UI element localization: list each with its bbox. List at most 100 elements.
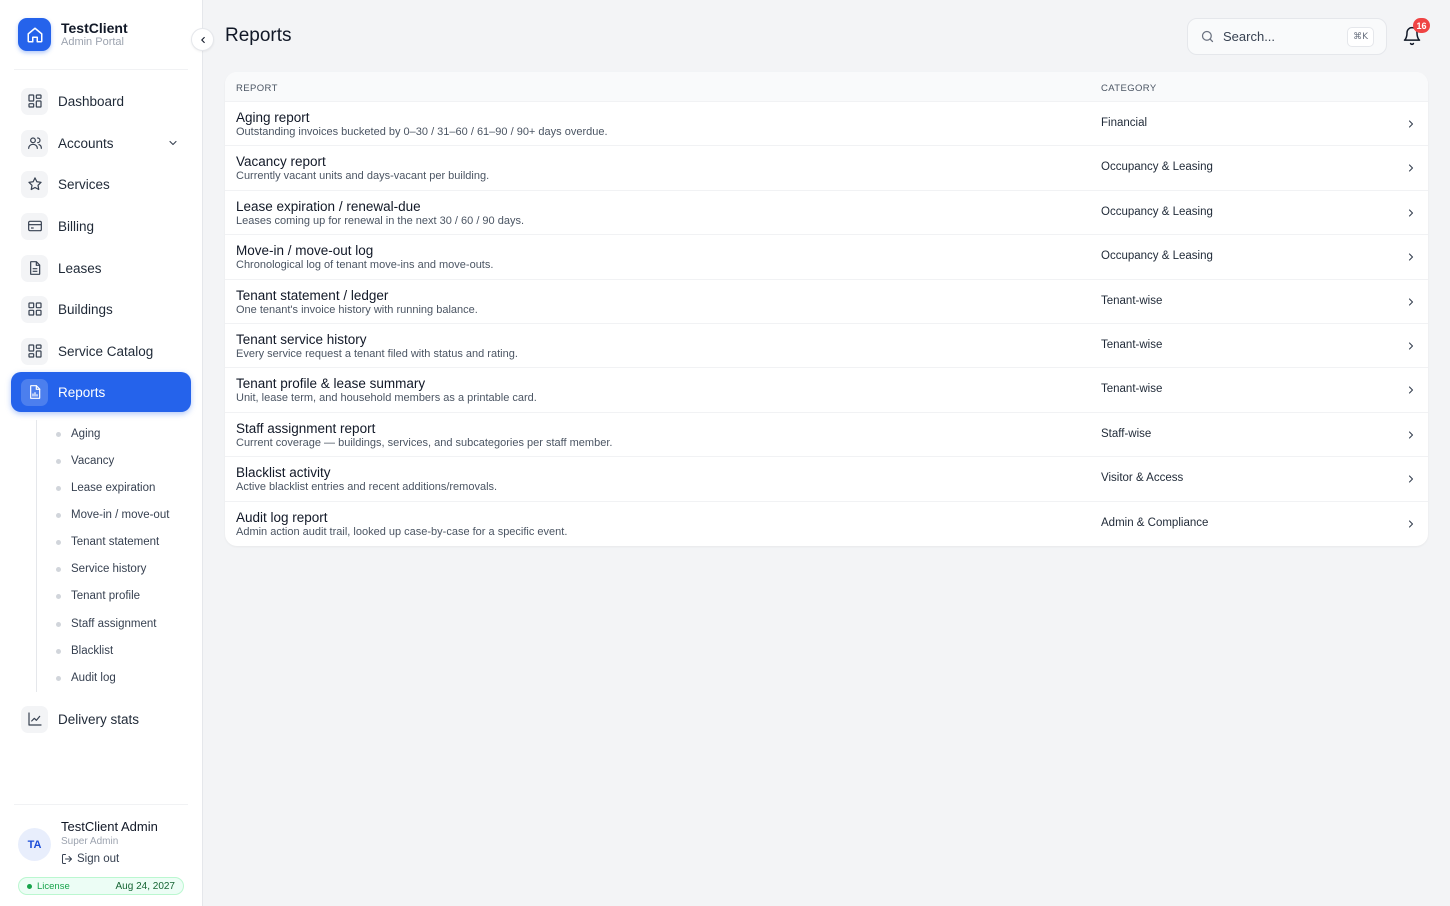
subnav-item-blacklist[interactable]: Blacklist [56,642,113,660]
sign-out-icon [62,854,72,864]
subnav-item-tenant-profile[interactable]: Tenant profile [56,587,140,605]
bullet-icon [56,485,61,491]
report-category: Occupancy & Leasing [1101,205,1213,218]
nav-item-delivery-stats[interactable]: Delivery stats [11,699,191,739]
nav-item-buildings[interactable]: Buildings [11,289,191,329]
table-row[interactable]: Staff assignment report Current coverage … [225,413,1428,458]
table-row[interactable]: Tenant profile & lease summary Unit, leas… [225,368,1428,413]
subnav-item-audit-log[interactable]: Audit log [56,669,116,687]
report-title: Move-in / move-out log [236,243,374,259]
report-title: Audit log report [236,509,328,525]
table-row[interactable]: Aging report Outstanding invoices buckete… [225,102,1428,147]
bullet-icon [56,675,61,681]
divider [14,69,188,70]
user-name: TestClient Admin [61,819,158,834]
nav-item-billing[interactable]: Billing [11,206,191,246]
chevron-right-icon[interactable] [1405,118,1417,130]
nav-label: Service Catalog [58,343,154,359]
sidebar: TestClient Admin Portal Dashboard Accoun… [0,0,203,906]
table-row[interactable]: Blacklist activity Active blacklist entri… [225,457,1428,502]
notification-count-badge: 16 [1413,18,1430,33]
chevron-right-icon[interactable] [1405,162,1417,174]
chevron-right-icon[interactable] [1405,429,1417,441]
report-icon [21,378,48,406]
brand[interactable]: TestClient Admin Portal [18,18,128,51]
subnav-item-staff-assignment[interactable]: Staff assignment [56,615,156,633]
brand-subtitle: Admin Portal [61,36,124,48]
bullet-icon [56,431,61,437]
sign-out-button[interactable]: Sign out [61,853,119,865]
subnav-item-lease-expiration[interactable]: Lease expiration [56,479,155,497]
report-description: Active blacklist entries and recent addi… [236,481,498,494]
table-row[interactable]: Tenant service history Every service requ… [225,324,1428,369]
report-category: Tenant-wise [1101,294,1163,307]
chart-icon [21,705,48,733]
table-row[interactable]: Vacancy report Currently vacant units and… [225,146,1428,191]
reports-table: REPORT CATEGORY Aging report Outstanding … [225,72,1428,546]
table-row[interactable]: Audit log report Admin action audit trail… [225,502,1428,546]
divider [14,804,188,805]
grid-icon [21,337,48,365]
search-input[interactable]: Search... ⌘K [1187,18,1387,55]
report-description: Leases coming up for renewal in the next… [236,214,525,227]
report-title: Tenant statement / ledger [236,287,389,303]
report-title: Tenant service history [236,331,367,347]
card-icon [21,212,48,240]
subnav-item-service-history[interactable]: Service history [56,560,146,578]
page-title: Reports [225,25,292,46]
nav-item-accounts[interactable]: Accounts [11,123,191,163]
nav-label: Billing [58,218,95,234]
nav-label: Accounts [58,135,114,151]
report-title: Lease expiration / renewal-due [236,198,421,214]
nav-item-reports[interactable]: Reports [11,372,191,412]
subnav-label: Aging [71,428,101,440]
report-category: Occupancy & Leasing [1101,250,1213,263]
nav-label: Reports [58,384,106,400]
nav-item-service-catalog[interactable]: Service Catalog [11,331,191,371]
subnav-item-aging[interactable]: Aging [56,425,100,443]
bullet-icon [56,593,61,599]
table-row[interactable]: Lease expiration / renewal-due Leases com… [225,191,1428,236]
table-row[interactable]: Move-in / move-out log Chronological log … [225,235,1428,280]
subnav-label: Move-in / move-out [71,509,170,521]
report-category: Visitor & Access [1101,472,1184,485]
subnav-label: Blacklist [71,645,114,657]
chevron-left-icon [200,36,205,43]
subnav-item-tenant-statement[interactable]: Tenant statement [56,533,159,551]
subnav-item-move-in-out[interactable]: Move-in / move-out [56,506,169,524]
chevron-right-icon[interactable] [1405,473,1417,485]
chevron-right-icon[interactable] [1405,384,1417,396]
document-icon [21,254,48,282]
report-title: Vacancy report [236,154,326,170]
table-row[interactable]: Tenant statement / ledger One tenant's in… [225,280,1428,324]
report-description: Chronological log of tenant move-ins and… [236,259,494,272]
dashboard-icon [21,87,48,115]
nav-label: Services [58,176,110,192]
nav-label: Buildings [58,301,113,317]
report-category: Financial [1101,117,1148,129]
brand-name: TestClient [61,20,128,36]
column-header-category: CATEGORY [1101,83,1157,94]
chevron-right-icon[interactable] [1405,296,1417,308]
subnav-label: Vacancy [71,455,115,467]
report-title: Tenant profile & lease summary [236,376,426,392]
subnav-label: Tenant profile [71,590,141,602]
chevron-right-icon[interactable] [1405,518,1417,530]
subnav-item-vacancy[interactable]: Vacancy [56,452,114,470]
nav-item-services[interactable]: Services [11,164,191,204]
report-description: Every service request a tenant filed wit… [236,347,518,360]
bullet-icon [56,458,61,464]
chevron-down-icon[interactable] [167,137,179,149]
report-category: Occupancy & Leasing [1101,161,1213,174]
nav-item-dashboard[interactable]: Dashboard [11,81,191,121]
chevron-right-icon[interactable] [1405,251,1417,263]
subnav-label: Audit log [71,672,116,684]
chevron-right-icon[interactable] [1405,340,1417,352]
avatar[interactable]: TA [18,828,51,861]
bullet-icon [56,648,61,654]
nav-item-leases[interactable]: Leases [11,248,191,288]
grid-icon [21,295,48,323]
report-title: Blacklist activity [236,465,331,481]
collapse-sidebar-button[interactable] [191,28,214,51]
chevron-right-icon[interactable] [1405,207,1417,219]
